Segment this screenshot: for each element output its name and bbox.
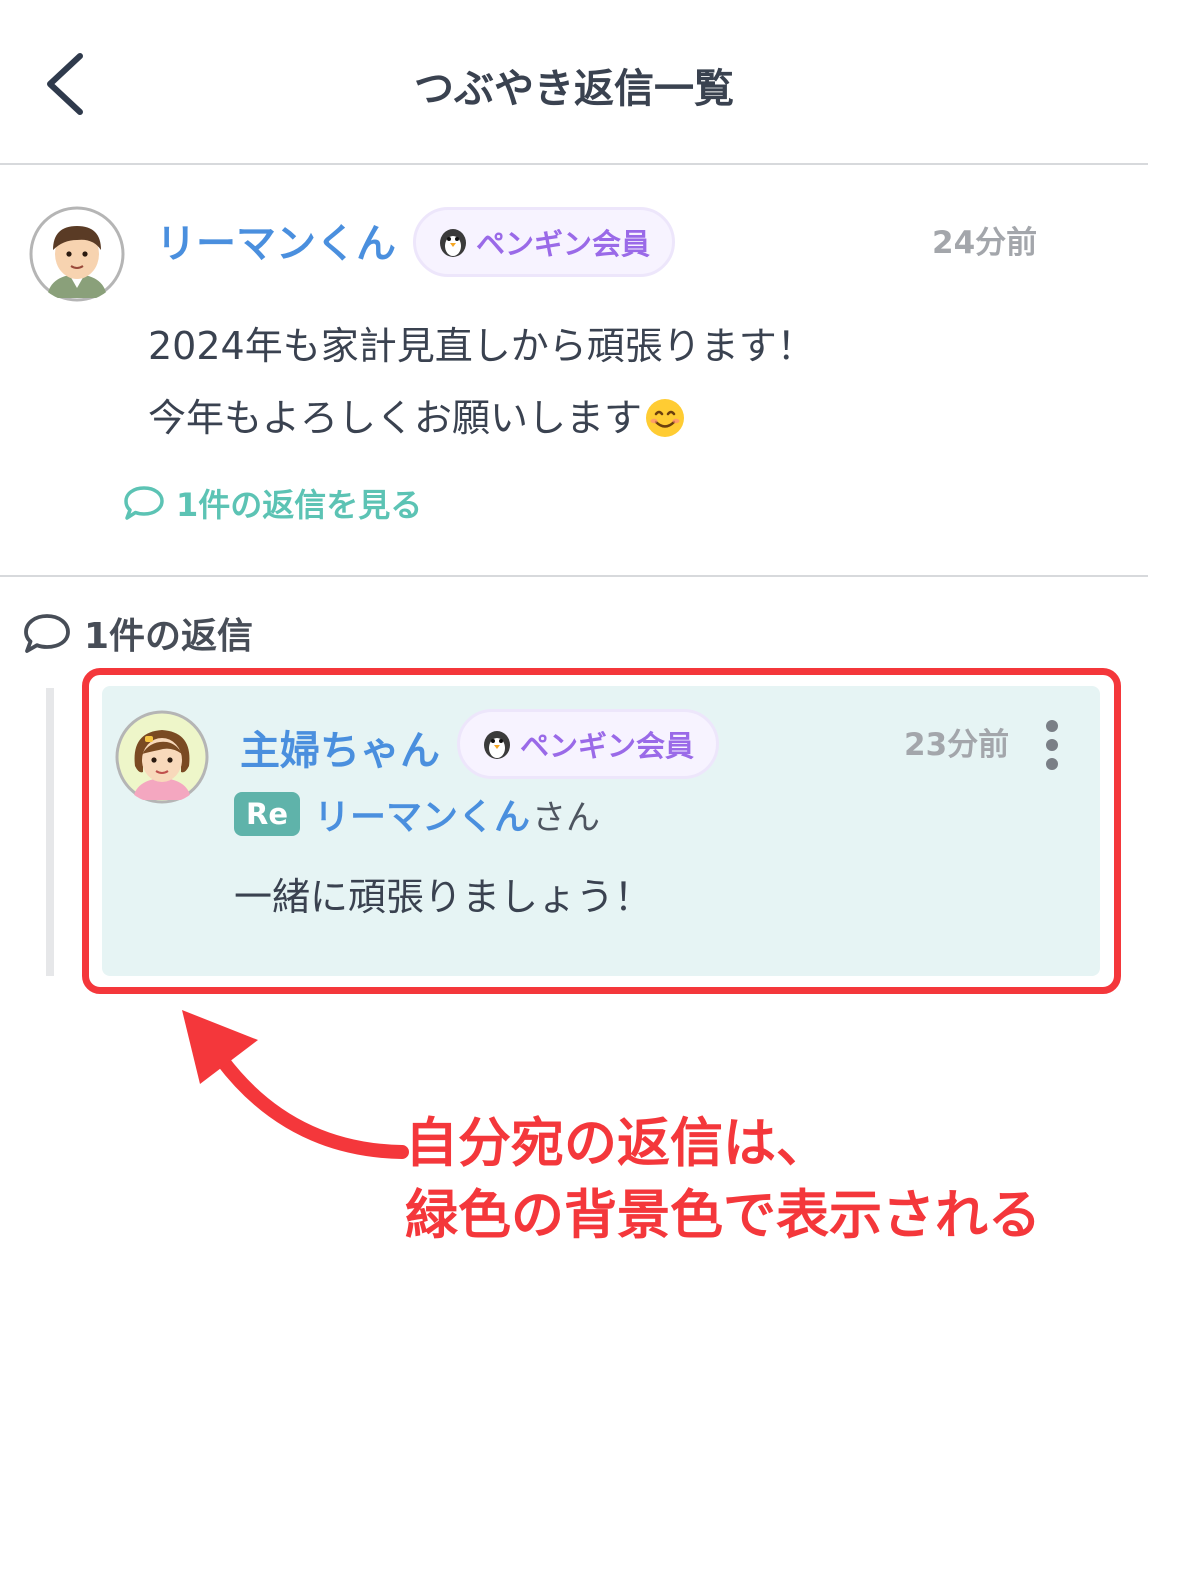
speech-bubble-icon xyxy=(124,486,164,520)
avatar[interactable] xyxy=(115,710,209,804)
curved-arrow-icon xyxy=(182,1010,409,1159)
badge-label: ペンギン会員 xyxy=(520,729,695,763)
penguin-icon xyxy=(440,229,466,257)
post-text-line: 今年もよろしくお願いします xyxy=(148,382,815,454)
view-replies-link[interactable]: 1件の返信を見る xyxy=(122,480,422,526)
annotation-text: 自分宛の返信は、 緑色の背景色で表示される xyxy=(405,1108,1041,1252)
thread-line xyxy=(46,688,54,976)
reply-body: 一緒に頑張りましょう！ xyxy=(234,875,653,919)
re-badge: Re xyxy=(234,792,300,836)
more-options-button[interactable] xyxy=(1036,718,1068,774)
post-text-line: 2024年も家計見直しから頑張ります！ xyxy=(148,324,815,368)
avatar[interactable] xyxy=(29,206,125,302)
kebab-menu-icon xyxy=(1046,720,1058,770)
penguin-icon xyxy=(484,731,510,759)
original-post: リーマンくん ペンギン会員 24分前 2024年も家計見直しから頑張ります！ 今… xyxy=(0,165,1148,577)
replies-heading: 1件の返信 xyxy=(22,607,253,659)
page-title: つぶやき返信一覧 xyxy=(414,66,734,112)
man-avatar-icon xyxy=(29,206,125,302)
post-body: 2024年も家計見直しから頑張ります！ 今年もよろしくお願いします xyxy=(148,310,815,454)
reply-to-username[interactable]: リーマンくん xyxy=(314,788,530,840)
reply-to-row: Re リーマンくん さん xyxy=(234,788,600,840)
post-text: 今年もよろしくお願いします xyxy=(148,396,643,440)
post-username[interactable]: リーマンくん xyxy=(156,211,396,269)
post-timestamp: 24分前 xyxy=(932,225,1038,261)
speech-bubble-icon xyxy=(24,614,70,653)
replies-heading-label: 1件の返信 xyxy=(84,616,254,657)
view-replies-label: 1件の返信を見る xyxy=(176,486,423,524)
app-header: つぶやき返信一覧 xyxy=(0,0,1148,165)
reply-username[interactable]: 主婦ちゃん xyxy=(240,718,440,776)
annotation-line: 自分宛の返信は、 xyxy=(405,1113,829,1174)
woman-avatar-icon xyxy=(115,710,209,804)
reply-timestamp: 23分前 xyxy=(904,727,1010,763)
reply-list-screen: つぶやき返信一覧 リーマンくん ペンギン会員 24分前 2024年も家計見直しか… xyxy=(0,0,1193,1578)
annotation-line: 緑色の背景色で表示される xyxy=(405,1185,1041,1246)
smiling-face-icon xyxy=(646,399,685,437)
member-badge: ペンギン会員 xyxy=(413,207,676,277)
reply-to-suffix: さん xyxy=(532,797,601,838)
badge-label: ペンギン会員 xyxy=(476,227,651,261)
member-badge: ペンギン会員 xyxy=(457,709,720,779)
